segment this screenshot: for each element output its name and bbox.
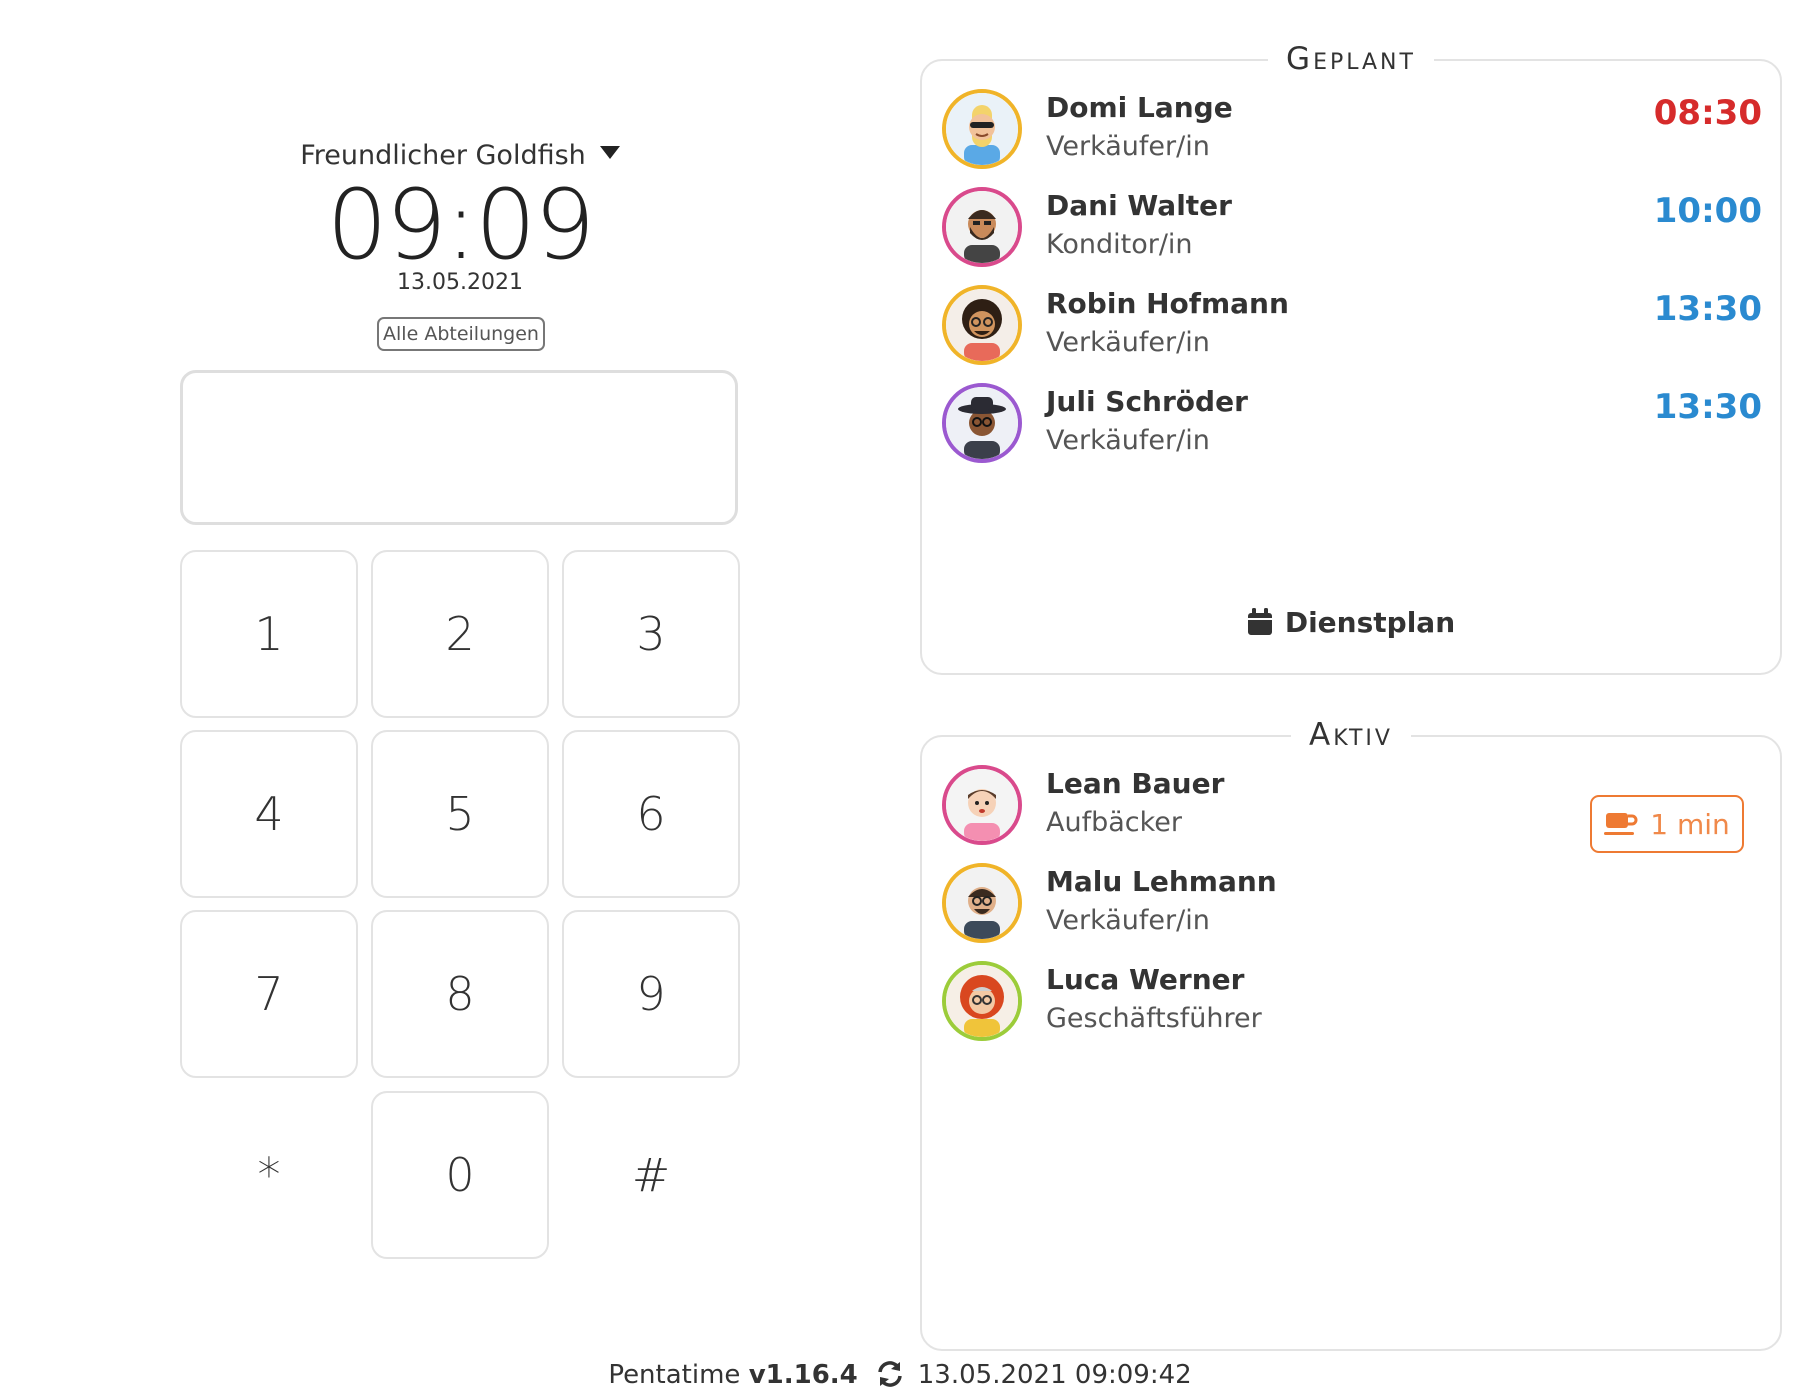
scheduled-person[interactable]: Dani Walter Konditor/in 10:00 — [942, 187, 1762, 267]
footer: Pentatime v1.16.4 13.05.2021 09:09:42 — [0, 1360, 1800, 1390]
avatar — [942, 383, 1022, 463]
keypad-key-0[interactable]: 0 — [371, 1091, 549, 1259]
keypad-key-3[interactable]: 3 — [562, 550, 740, 718]
scheduled-panel-title: Geplant — [922, 37, 1780, 81]
scheduled-time: 08:30 — [1653, 93, 1762, 133]
scheduled-panel: Geplant Domi Lange Verkäufer/in 08:30 Da… — [920, 41, 1782, 675]
scheduled-person[interactable]: Juli Schröder Verkäufer/in 13:30 — [942, 383, 1762, 463]
scheduled-time: 13:30 — [1653, 289, 1762, 329]
active-person[interactable]: Lean Bauer Aufbäcker 1 min — [942, 765, 1762, 853]
person-role: Verkäufer/in — [1046, 905, 1210, 936]
scheduled-time: 13:30 — [1653, 387, 1762, 427]
keypad-key-2[interactable]: 2 — [371, 550, 549, 718]
person-role: Verkäufer/in — [1046, 131, 1210, 162]
person-name: Luca Werner — [1046, 963, 1245, 996]
person-role: Verkäufer/in — [1046, 425, 1210, 456]
break-duration: 1 min — [1650, 807, 1730, 841]
active-person[interactable]: Luca Werner Geschäftsführer — [942, 961, 1762, 1041]
keypad-key-1[interactable]: 1 — [180, 550, 358, 718]
avatar — [942, 89, 1022, 169]
keypad-key-star[interactable]: * — [180, 1091, 358, 1259]
scheduled-person[interactable]: Domi Lange Verkäufer/in 08:30 — [942, 89, 1762, 169]
person-name: Robin Hofmann — [1046, 287, 1289, 320]
person-role: Aufbäcker — [1046, 807, 1183, 838]
keypad-key-6[interactable]: 6 — [562, 730, 740, 898]
active-person[interactable]: Malu Lehmann Verkäufer/in — [942, 863, 1762, 943]
location-selector[interactable]: Freundlicher Goldfish — [180, 140, 740, 171]
scheduled-person[interactable]: Robin Hofmann Verkäufer/in 13:30 — [942, 285, 1762, 365]
app-name: Pentatime — [608, 1360, 741, 1390]
keypad-key-5[interactable]: 5 — [371, 730, 549, 898]
scheduled-time: 10:00 — [1653, 191, 1762, 231]
keypad-key-4[interactable]: 4 — [180, 730, 358, 898]
person-name: Malu Lehmann — [1046, 865, 1277, 898]
keypad-key-9[interactable]: 9 — [562, 910, 740, 1078]
person-role: Konditor/in — [1046, 229, 1193, 260]
calendar-icon — [1247, 608, 1272, 635]
caret-down-icon[interactable] — [599, 146, 620, 159]
current-date: 13.05.2021 — [397, 270, 523, 295]
avatar — [942, 961, 1022, 1041]
sync-timestamp: 13.05.2021 09:09:42 — [917, 1360, 1192, 1390]
person-name: Lean Bauer — [1046, 767, 1225, 800]
keypad-key-hash[interactable]: # — [562, 1091, 740, 1259]
active-panel: Aktiv Lean Bauer Aufbäcker 1 min Malu Le… — [920, 717, 1782, 1351]
dienstplan-link[interactable]: Dienstplan — [922, 606, 1780, 639]
pin-display — [180, 370, 738, 525]
break-badge[interactable]: 1 min — [1590, 795, 1744, 853]
active-panel-title: Aktiv — [922, 713, 1780, 757]
keypad-key-7[interactable]: 7 — [180, 910, 358, 1078]
current-time: 09:09 — [326, 169, 596, 281]
avatar — [942, 863, 1022, 943]
location-name: Freundlicher Goldfish — [300, 140, 586, 171]
person-name: Juli Schröder — [1046, 385, 1248, 418]
sync-icon[interactable] — [876, 1360, 904, 1388]
avatar — [942, 285, 1022, 365]
coffee-cup-icon — [1604, 813, 1638, 835]
person-role: Verkäufer/in — [1046, 327, 1210, 358]
app-version: v1.16.4 — [748, 1360, 858, 1390]
avatar — [942, 187, 1022, 267]
dienstplan-label: Dienstplan — [1284, 606, 1456, 639]
avatar — [942, 765, 1022, 845]
person-name: Dani Walter — [1046, 189, 1232, 222]
department-filter-button[interactable]: Alle Abteilungen — [377, 317, 545, 351]
person-role: Geschäftsführer — [1046, 1003, 1262, 1034]
keypad-key-8[interactable]: 8 — [371, 910, 549, 1078]
person-name: Domi Lange — [1046, 91, 1233, 124]
